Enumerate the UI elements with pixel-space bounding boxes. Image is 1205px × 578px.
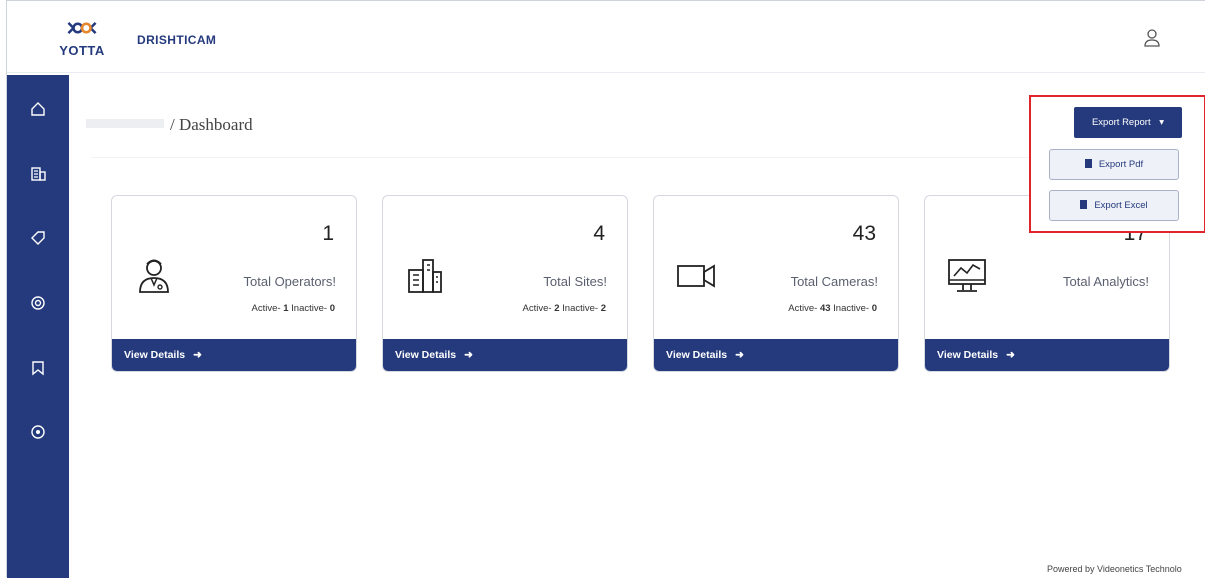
support-icon[interactable] <box>28 293 48 313</box>
view-details-label: View Details <box>395 349 457 361</box>
export-pdf-label: Export Pdf <box>1098 159 1144 170</box>
yotta-logo[interactable]: YOTTA <box>57 19 107 58</box>
card-cameras: 43 Total Cameras! Active- 43 Inactive- 0… <box>653 195 899 372</box>
operator-icon <box>139 259 169 293</box>
card-stats: Active- 43 Inactive- 0 <box>788 303 877 314</box>
arrow-right-icon: ➜ <box>464 349 473 361</box>
view-details-label: View Details <box>124 349 186 361</box>
export-excel-item[interactable]: Export Excel <box>1049 190 1179 221</box>
home-icon[interactable] <box>28 99 48 119</box>
card-label: Total Cameras! <box>790 274 878 289</box>
app-window: YOTTA DRISHTICAM / Dashboard 1 Total Ope… <box>6 0 1205 578</box>
file-icon <box>1084 159 1092 168</box>
export-report-button[interactable]: Export Report ▾ <box>1074 107 1182 138</box>
inactive-count: 0 <box>329 303 335 314</box>
active-count: 43 <box>819 303 831 314</box>
view-details-button[interactable]: View Details ➜ <box>654 339 898 371</box>
top-header: YOTTA DRISHTICAM <box>7 1 1205 73</box>
view-details-label: View Details <box>937 349 999 361</box>
breadcrumb-root[interactable] <box>86 119 164 128</box>
export-pdf-item[interactable]: Export Pdf <box>1049 149 1179 180</box>
inactive-label: Inactive- <box>291 303 328 314</box>
bookmark-icon[interactable] <box>28 358 48 378</box>
arrow-right-icon: ➜ <box>193 349 202 361</box>
sidebar <box>7 75 69 578</box>
card-label: Total Operators! <box>243 274 337 289</box>
analytics-monitor-icon <box>948 259 986 292</box>
active-label: Active- <box>522 303 552 314</box>
logo-text: YOTTA <box>59 43 105 58</box>
arrow-right-icon: ➜ <box>1006 349 1015 361</box>
file-icon <box>1080 200 1088 209</box>
powered-by: Powered by Videonetics Technolo <box>1047 564 1182 574</box>
card-label: Total Sites! <box>543 274 607 289</box>
inactive-label: Inactive- <box>833 303 870 314</box>
inactive-count: 0 <box>871 303 877 314</box>
arrow-right-icon: ➜ <box>735 349 744 361</box>
export-report-label: Export Report <box>1091 117 1151 128</box>
building-icon[interactable] <box>28 164 48 184</box>
divider <box>91 157 1091 158</box>
settings-icon[interactable] <box>28 422 48 442</box>
card-operators: 1 Total Operators! Active- 1 Inactive- 0… <box>111 195 357 372</box>
active-count: 1 <box>283 303 289 314</box>
breadcrumb-current: / Dashboard <box>170 115 253 134</box>
infinity-logo-icon <box>67 21 97 35</box>
app-name: DRISHTICAM <box>137 33 217 47</box>
caret-down-icon: ▾ <box>1159 117 1165 128</box>
view-details-button[interactable]: View Details ➜ <box>925 339 1169 371</box>
building-icon <box>408 259 442 293</box>
card-count: 43 <box>852 222 876 245</box>
card-count: 4 <box>593 222 605 245</box>
active-label: Active- <box>788 303 818 314</box>
card-sites: 4 Total Sites! Active- 2 Inactive- 2 Vie… <box>382 195 628 372</box>
inactive-label: Inactive- <box>562 303 599 314</box>
active-label: Active- <box>251 303 281 314</box>
user-icon[interactable] <box>1142 28 1162 48</box>
active-count: 2 <box>554 303 560 314</box>
video-camera-icon <box>677 264 715 288</box>
inactive-count: 2 <box>600 303 606 314</box>
card-label: Total Analytics! <box>1063 274 1149 289</box>
tag-icon[interactable] <box>28 228 48 248</box>
card-count: 1 <box>322 222 334 245</box>
card-stats: Active- 2 Inactive- 2 <box>523 303 606 314</box>
card-stats: Active- 1 Inactive- 0 <box>252 303 335 314</box>
view-details-button[interactable]: View Details ➜ <box>112 339 356 371</box>
view-details-label: View Details <box>666 349 728 361</box>
view-details-button[interactable]: View Details ➜ <box>383 339 627 371</box>
export-excel-label: Export Excel <box>1094 200 1148 211</box>
